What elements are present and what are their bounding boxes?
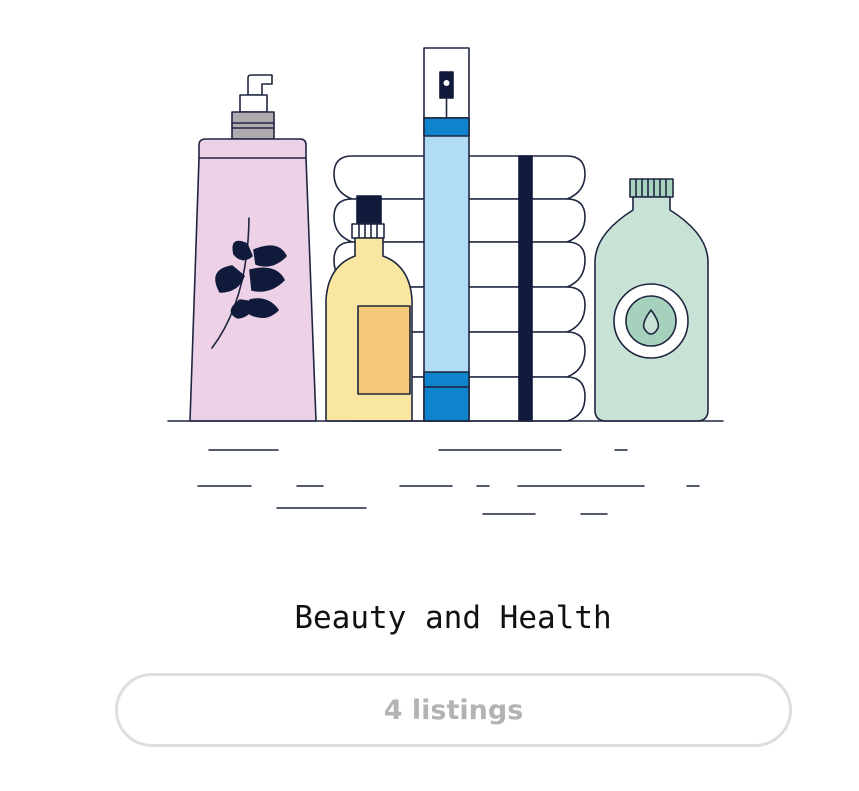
- beauty-products-icon: [167, 47, 724, 515]
- listings-button[interactable]: 4 listings: [115, 673, 792, 747]
- listings-count-label: 4 listings: [383, 694, 524, 726]
- green-bottle: [594, 178, 709, 422]
- category-title: Beauty and Health: [294, 600, 612, 636]
- blue-spray-tube: [423, 47, 470, 422]
- ground-dashes: [197, 449, 700, 515]
- beauty-health-illustration: [0, 0, 859, 560]
- pink-pump-bottle: [189, 74, 317, 422]
